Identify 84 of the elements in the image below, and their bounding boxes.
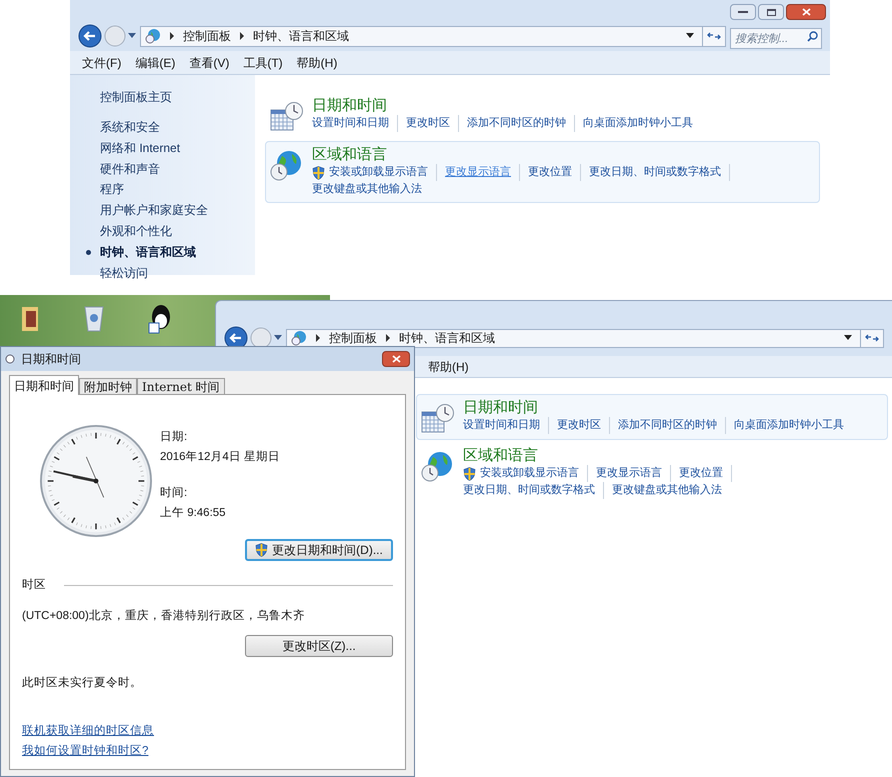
address-bar[interactable]: 控制面板 时钟、语言和区域 — [140, 26, 726, 46]
sidebar-item[interactable]: 系统和安全 — [84, 117, 160, 138]
close-button[interactable] — [786, 4, 826, 20]
chevron-icon — [169, 32, 175, 40]
close-icon — [802, 8, 810, 16]
date-label: 日期: — [160, 430, 188, 445]
calendar-clock-icon — [270, 101, 304, 133]
category-link[interactable]: 向桌面添加时钟小工具 — [734, 417, 844, 434]
shield-icon — [463, 466, 476, 480]
sidebar-item[interactable]: 外观和个性化 — [84, 220, 172, 242]
sidebar-item[interactable]: 用户帐户和家庭安全 — [84, 200, 208, 221]
category-link[interactable]: 设置时间和日期 — [312, 115, 389, 132]
dialog-tab[interactable]: 日期和时间 — [9, 375, 79, 395]
category-title[interactable]: 日期和时间 — [463, 399, 860, 417]
menu-item[interactable]: 工具(T) — [243, 54, 283, 72]
category-link[interactable]: 安装或卸载显示语言 — [312, 164, 428, 181]
category-link[interactable]: 向桌面添加时钟小工具 — [583, 115, 693, 132]
minimize-button[interactable] — [730, 4, 756, 20]
breadcrumb[interactable]: 控制面板 — [329, 329, 377, 347]
time-text: 上午 9:46:55 — [160, 506, 227, 521]
category-link[interactable]: 更改时区 — [557, 417, 601, 434]
dialog-title: 日期和时间 — [21, 351, 82, 368]
category-link[interactable]: 更改时区 — [406, 115, 450, 132]
caret-icon[interactable] — [686, 33, 694, 39]
category-link[interactable]: 安装或卸载显示语言 — [463, 465, 579, 482]
category-link[interactable]: 更改键盘或其他输入法 — [312, 181, 422, 198]
section-heading: 时区 — [22, 578, 46, 593]
sidebar-item[interactable]: 时钟、语言和区域 — [84, 242, 196, 263]
control-panel-icon — [145, 28, 161, 44]
sidebar-item[interactable]: 网络和 Internet — [84, 138, 180, 159]
refresh-icon[interactable] — [865, 333, 879, 343]
date-text: 2016年12月4日 星期日 — [160, 450, 280, 465]
breadcrumb[interactable]: 时钟、语言和区域 — [399, 329, 495, 347]
help-link[interactable]: 联机获取详细的时区信息 — [22, 721, 154, 741]
globe-clock-icon — [421, 451, 455, 483]
caret-icon[interactable] — [844, 335, 852, 341]
category-title[interactable]: 区域和语言 — [312, 146, 812, 164]
category-link[interactable]: 设置时间和日期 — [463, 417, 540, 434]
category-link[interactable]: 添加不同时区的时钟 — [618, 417, 717, 434]
address-bar[interactable]: 控制面板 时钟、语言和区域 — [286, 328, 884, 348]
category-link[interactable]: 添加不同时区的时钟 — [467, 115, 566, 132]
control-panel-icon — [291, 330, 307, 346]
menu-item[interactable]: 帮助(H) — [296, 54, 338, 72]
dialog-button[interactable]: 更改时区(Z)... — [245, 634, 393, 656]
sidebar-item[interactable]: 程序 — [84, 179, 124, 200]
maximize-button[interactable] — [758, 4, 784, 20]
category-link[interactable]: 更改键盘或其他输入法 — [612, 482, 722, 499]
category-title[interactable]: 区域和语言 — [463, 447, 883, 465]
chevron-icon — [239, 32, 245, 40]
back-button[interactable] — [78, 24, 102, 48]
dst-note: 此时区未实行夏令时。 — [22, 675, 143, 690]
sidebar-home-link[interactable]: 控制面板主页 — [100, 87, 172, 107]
shield-icon — [312, 166, 325, 180]
refresh-icon[interactable] — [707, 31, 721, 41]
dialog-tab[interactable]: 附加时钟 — [79, 378, 137, 395]
category-link[interactable]: 更改位置 — [679, 465, 723, 482]
category-link[interactable]: 更改显示语言 — [445, 164, 511, 181]
help-link[interactable]: 我如何设置时钟和时区? — [22, 741, 148, 761]
breadcrumb[interactable]: 控制面板 — [183, 27, 231, 45]
sidebar-item[interactable]: 硬件和声音 — [84, 158, 160, 180]
category-link[interactable]: 更改日期、时间或数字格式 — [589, 164, 721, 181]
shield-icon — [255, 543, 268, 557]
menu-item[interactable]: 编辑(E) — [135, 54, 176, 72]
chevron-icon — [385, 334, 391, 342]
close-button[interactable] — [382, 351, 410, 367]
calendar-clock-icon — [421, 403, 455, 435]
chevron-icon — [315, 334, 321, 342]
breadcrumb[interactable]: 时钟、语言和区域 — [253, 27, 349, 45]
dialog-tab[interactable]: Internet 时间 — [137, 378, 225, 395]
timezone-text: (UTC+08:00)北京，重庆，香港特别行政区，乌鲁木齐 — [22, 608, 306, 624]
close-icon — [392, 355, 400, 363]
menu-item[interactable]: 文件(F) — [82, 54, 122, 72]
sidebar-item[interactable]: 轻松访问 — [84, 262, 148, 284]
menu-item[interactable]: 帮助(H) — [428, 358, 469, 376]
category-title[interactable]: 日期和时间 — [312, 97, 709, 115]
dialog-button[interactable]: 更改日期和时间(D)... — [245, 539, 393, 561]
time-label: 时间: — [160, 486, 188, 501]
search-field[interactable]: 搜索控制... — [730, 28, 822, 49]
category-link[interactable]: 更改位置 — [528, 164, 572, 181]
category-link[interactable]: 更改显示语言 — [596, 465, 662, 482]
menu-item[interactable]: 查看(V) — [189, 54, 230, 72]
search-icon — [807, 30, 818, 42]
globe-clock-icon — [270, 150, 304, 182]
category-link[interactable]: 更改日期、时间或数字格式 — [463, 482, 595, 499]
